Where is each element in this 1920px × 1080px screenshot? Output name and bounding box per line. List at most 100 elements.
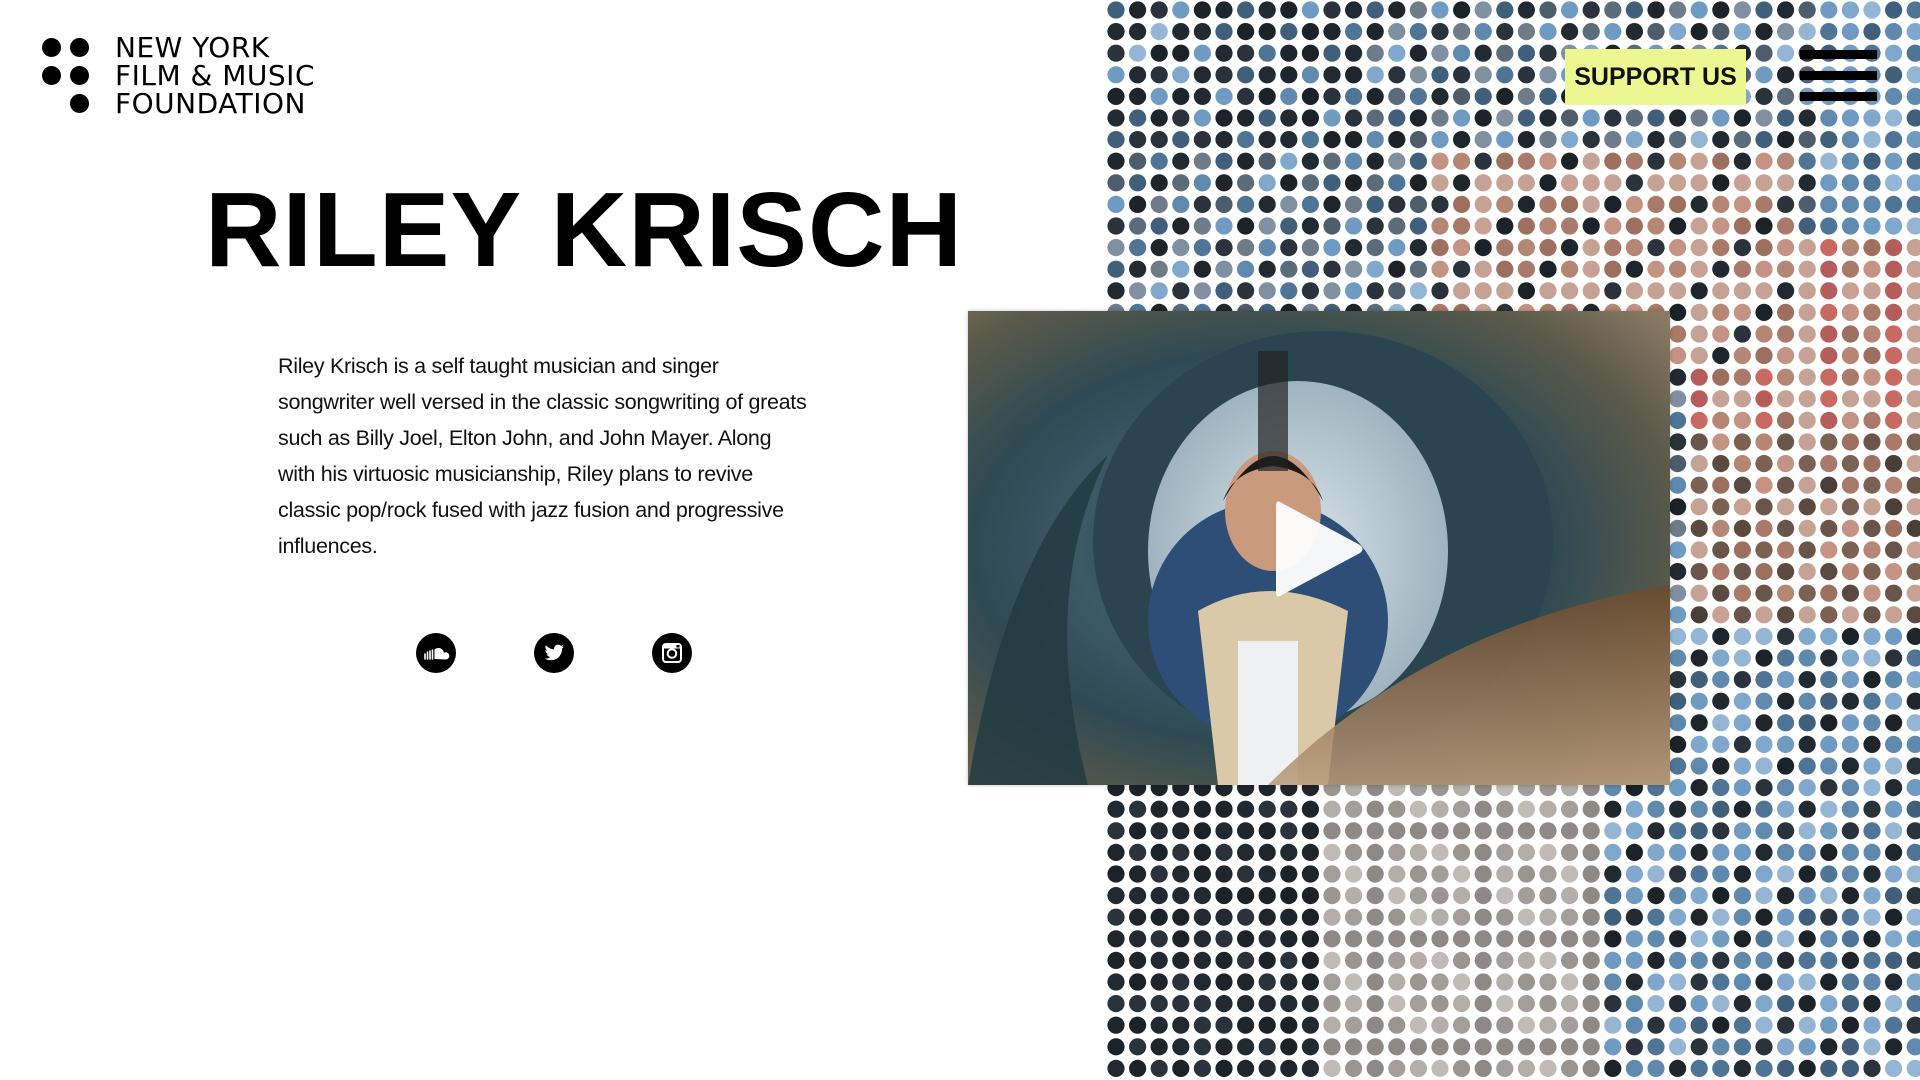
instagram-camera-icon[interactable] [652, 633, 692, 673]
mosaic-dot [1172, 109, 1190, 127]
mosaic-dot [1409, 951, 1427, 970]
mosaic-dot [1669, 779, 1687, 797]
mosaic-dot [1582, 843, 1600, 862]
mosaic-dot [1863, 649, 1881, 667]
mosaic-dot [1453, 1059, 1471, 1077]
mosaic-dot [1820, 390, 1838, 408]
mosaic-dot [1647, 951, 1665, 970]
mosaic-dot [1647, 23, 1665, 41]
mosaic-dot [1129, 800, 1147, 818]
mosaic-dot [1820, 282, 1838, 300]
mosaic-dot [1215, 44, 1233, 62]
mosaic-dot [1777, 1038, 1795, 1056]
mosaic-dot [1496, 174, 1514, 192]
mosaic-dot [1539, 260, 1557, 278]
mosaic-dot [1755, 735, 1773, 754]
mosaic-dot [1733, 714, 1751, 732]
mosaic-dot [1712, 951, 1730, 970]
mosaic-dot [1539, 174, 1557, 192]
mosaic-dot [1863, 455, 1881, 473]
mosaic-dot [1323, 87, 1341, 105]
mosaic-dot [1496, 887, 1514, 905]
mosaic-dot [1345, 131, 1363, 149]
mosaic-dot [1280, 973, 1298, 991]
soundcloud-icon[interactable] [416, 633, 456, 673]
mosaic-dot [1237, 951, 1255, 970]
mosaic-dot [1798, 951, 1816, 970]
hamburger-menu-icon[interactable] [1800, 50, 1877, 102]
mosaic-dot [1539, 973, 1557, 991]
mosaic-dot [1172, 843, 1190, 862]
mosaic-dot [1755, 23, 1773, 41]
mosaic-dot [1345, 1, 1363, 19]
mosaic-dot [1733, 1, 1751, 19]
mosaic-dot [1453, 282, 1471, 300]
mosaic-dot [1474, 951, 1492, 970]
mosaic-dot [1733, 455, 1751, 473]
mosaic-dot [1280, 1016, 1298, 1034]
mosaic-dot [1841, 908, 1859, 926]
mosaic-dot [1193, 1038, 1211, 1056]
mosaic-dot [1129, 239, 1147, 257]
mosaic-dot [1496, 44, 1514, 62]
mosaic-dot [1237, 260, 1255, 278]
mosaic-dot [1841, 325, 1859, 343]
mosaic-dot [1820, 800, 1838, 818]
mosaic-dot [1733, 282, 1751, 300]
mosaic-dot [1798, 779, 1816, 797]
mosaic-dot [1733, 260, 1751, 278]
mosaic-dot [1712, 217, 1730, 235]
mosaic-dot [1755, 887, 1773, 905]
mosaic-dot [1431, 66, 1449, 84]
play-icon[interactable] [1268, 494, 1368, 604]
mosaic-dot [1625, 995, 1643, 1013]
mosaic-dot [1280, 1038, 1298, 1056]
mosaic-dot [1474, 843, 1492, 862]
mosaic-dot [1863, 347, 1881, 365]
mosaic-dot [1258, 973, 1276, 991]
site-logo[interactable]: NEW YORK FILM & MUSIC FOUNDATION [42, 34, 315, 118]
mosaic-dot [1690, 606, 1708, 624]
mosaic-dot [1172, 887, 1190, 905]
mosaic-dot [1431, 951, 1449, 970]
logo-line: NEW YORK [115, 31, 270, 64]
mosaic-dot [1345, 843, 1363, 862]
mosaic-dot [1280, 930, 1298, 948]
mosaic-dot [1323, 995, 1341, 1013]
mosaic-dot [1647, 195, 1665, 213]
mosaic-dot [1193, 800, 1211, 818]
mosaic-dot [1906, 109, 1920, 127]
mosaic-dot [1474, 217, 1492, 235]
mosaic-dot [1193, 217, 1211, 235]
mosaic-dot [1366, 887, 1384, 905]
mosaic-dot [1733, 822, 1751, 840]
mosaic-dot [1647, 822, 1665, 840]
support-us-button[interactable]: SUPPORT US [1565, 49, 1746, 105]
mosaic-dot [1690, 217, 1708, 235]
mosaic-dot [1755, 995, 1773, 1013]
mosaic-dot [1906, 757, 1920, 775]
mosaic-dot [1690, 843, 1708, 862]
mosaic-dot [1841, 843, 1859, 862]
mosaic-dot [1409, 23, 1427, 41]
mosaic-dot [1863, 951, 1881, 970]
mosaic-dot [1474, 930, 1492, 948]
mosaic-dot [1669, 908, 1687, 926]
mosaic-dot [1258, 131, 1276, 149]
mosaic-dot [1647, 239, 1665, 257]
mosaic-dot [1150, 131, 1168, 149]
mosaic-dot [1496, 131, 1514, 149]
mosaic-dot [1345, 23, 1363, 41]
mosaic-dot [1258, 995, 1276, 1013]
mosaic-dot [1669, 325, 1687, 343]
twitter-bird-icon[interactable] [534, 633, 574, 673]
mosaic-dot [1496, 195, 1514, 213]
mosaic-dot [1798, 973, 1816, 991]
mosaic-dot [1453, 23, 1471, 41]
mosaic-dot [1712, 541, 1730, 559]
mosaic-dot [1841, 411, 1859, 429]
mosaic-dot [1625, 174, 1643, 192]
mosaic-dot [1172, 951, 1190, 970]
mosaic-dot [1107, 865, 1125, 883]
mosaic-dot [1906, 671, 1920, 689]
